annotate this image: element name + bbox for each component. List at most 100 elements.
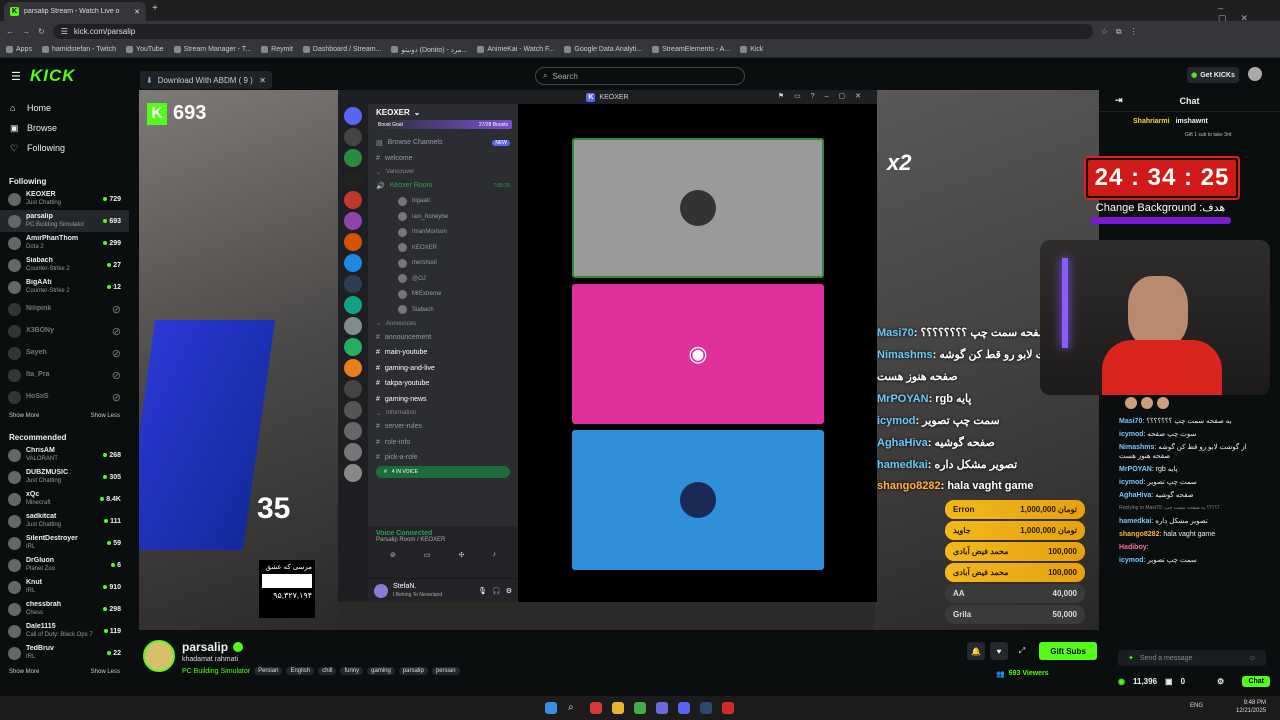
sidebar-channel-item[interactable]: X3BONy ⊘ [0,320,129,342]
screen-share-icon[interactable]: ▭ [424,551,431,559]
voice-user[interactable]: @OJ [368,271,518,287]
sidebar-channel-item[interactable]: Siabach Counter-Strike 2 27 [0,254,129,276]
sidebar-channel-item[interactable]: Knut IRL 910 [0,576,129,598]
chat-username[interactable]: Hadiboy [1119,544,1147,551]
taskbar-app-icon[interactable] [590,702,602,714]
emoji-icon[interactable]: ☺ [1249,655,1256,662]
discord-server-icon[interactable] [344,317,362,335]
url-field[interactable]: ☰ kick.com/parsalip [52,24,1093,39]
mic-icon[interactable]: 🎙 [478,587,487,595]
chat-username[interactable]: shango8282 [1119,531,1159,538]
user-avatar[interactable] [1248,67,1262,81]
download-banner[interactable]: ⬇ Download With ABDM ( 9 ) ✕ [140,71,272,89]
reload-icon[interactable]: ↻ [38,27,45,36]
sidebar-channel-item[interactable]: sadkitcat Just Chatting 111 [0,510,129,532]
forward-icon[interactable]: → [22,27,30,36]
top-gifter-2[interactable]: imshawnt [1176,118,1208,125]
discord-guild-header[interactable]: KEOXER ⌄ [368,104,518,120]
taskbar-search-icon[interactable]: ⌕ [568,702,580,714]
discord-server-icon[interactable] [344,338,362,356]
channel-item[interactable]: # gaming-news [368,392,518,408]
streamer-avatar[interactable] [143,640,175,672]
discord-server-icon[interactable] [344,380,362,398]
bookmark-item[interactable]: Kick [740,46,763,53]
sidebar-channel-item[interactable]: DUBZMUSIC Just Chatting 305 [0,466,129,488]
channel-item[interactable]: # gaming-and-live [368,361,518,377]
discord-window-controls[interactable]: ⚑▭?–▢✕ [778,92,871,100]
stream-tag[interactable]: funny [340,667,364,675]
bookmark-item[interactable]: AnimeKai - Watch F... [477,46,554,53]
collapse-chat-icon[interactable]: ⇥ [1115,95,1123,106]
voice-user[interactable]: ImanMorison [368,225,518,241]
streamer-name[interactable]: parsalip [182,640,228,654]
show-less-button[interactable]: Show Less [91,413,120,419]
sidebar-channel-item[interactable]: KEOXER Just Chatting 729 [0,188,129,210]
stream-tag[interactable]: English [286,667,315,675]
stream-tag[interactable]: chill [318,667,337,675]
discord-server-icon[interactable] [344,401,362,419]
notifications-bell-icon[interactable]: 🔔 [967,642,985,660]
chat-username[interactable]: MrPOYAN [1119,466,1152,473]
stream-tag[interactable]: persian [431,667,460,675]
get-kicks-button[interactable]: ◉ Get KICKs [1187,67,1239,83]
voice-user[interactable]: KEOXER [368,240,518,256]
back-icon[interactable]: ← [6,27,14,36]
show-more-recommended-button[interactable]: Show More [9,669,39,675]
steam-icon[interactable] [700,702,712,714]
search-input[interactable]: ⌕ Search [535,67,745,85]
system-clock[interactable]: 9:48 PM 12/21/2025 [1236,699,1266,715]
extensions-icon[interactable]: ⧉ [1116,27,1122,37]
sidebar-channel-item[interactable]: Nilipink ⊘ [0,298,129,320]
browse-channels[interactable]: ▤ Browse Channels NEW [368,135,518,151]
chrome-icon[interactable] [634,702,646,714]
voice-tile-1[interactable] [572,138,824,278]
stream-tag[interactable]: parsalip [398,667,428,675]
settings-gear-icon[interactable]: ⚙ [506,587,512,595]
discord-server-icon[interactable] [344,254,362,272]
show-more-button[interactable]: Show More [9,413,39,419]
voice-user[interactable]: mershool [368,256,518,272]
channel-item[interactable]: # pick-a-role [368,450,518,466]
discord-server-icon[interactable] [344,149,362,167]
channel-item[interactable]: # main-youtube [368,345,518,361]
chat-username[interactable]: icymod [1119,557,1144,564]
sidebar-channel-item[interactable]: DrGluon Planet Zoo 6 [0,554,129,576]
bookmark-item[interactable]: Google Data Analyti... [564,46,642,53]
voice-tile-2[interactable]: ◉ [572,284,824,424]
close-tab-icon[interactable]: ✕ [134,8,140,16]
bookmark-item[interactable]: Apps [6,46,32,53]
follow-heart-icon[interactable]: ♥ [990,642,1008,660]
discord-server-icon[interactable] [344,296,362,314]
sidebar-channel-item[interactable]: BigAAti Counter-Strike 2 12 [0,276,129,298]
sidebar-channel-item[interactable]: xQc Minecraft 8.4K [0,488,129,510]
chat-username[interactable]: icymod [1119,479,1144,486]
discord-server-icon[interactable] [344,107,362,125]
nav-home[interactable]: ⌂ Home [0,98,129,118]
bookmark-item[interactable]: StreamElements - A... [652,46,730,53]
start-icon[interactable] [545,702,557,714]
bookmark-item[interactable]: Dashboard / Stream... [302,46,381,53]
channel-item[interactable]: # role-info [368,435,518,451]
bookmark-item[interactable]: hamidstefan - Twitch [41,46,116,53]
taskbar-app-icon[interactable] [722,702,734,714]
discord-server-icon[interactable] [344,128,362,146]
discord-server-icon[interactable] [344,443,362,461]
sidebar-channel-item[interactable]: SilentDestroyer IRL 59 [0,532,129,554]
camera-off-icon[interactable]: ⊘ [390,551,396,559]
star-icon[interactable]: ☆ [1101,27,1108,36]
discord-server-icon[interactable] [344,464,362,482]
send-chat-button[interactable]: Chat [1242,675,1270,687]
voice-user[interactable]: Siabach [368,302,518,318]
soundboard-icon[interactable]: ♪ [492,551,496,559]
channel-item[interactable]: # server-rules [368,419,518,435]
channel-item[interactable]: # announcement [368,330,518,346]
bookmark-item[interactable]: YouTube [126,46,164,53]
gift-subs-button[interactable]: Gift Subs [1039,642,1097,660]
sidebar-channel-item[interactable]: chessbrah Chess 298 [0,598,129,620]
stream-tag[interactable]: Persian [254,667,283,675]
sidebar-channel-item[interactable]: TedBruv IRL 22 [0,642,129,664]
top-gifter-1[interactable]: Shahriarmi [1133,118,1170,125]
discord-taskbar-icon[interactable] [678,702,690,714]
nav-following[interactable]: ♡ Following [0,138,129,158]
show-less-recommended-button[interactable]: Show Less [91,669,120,675]
